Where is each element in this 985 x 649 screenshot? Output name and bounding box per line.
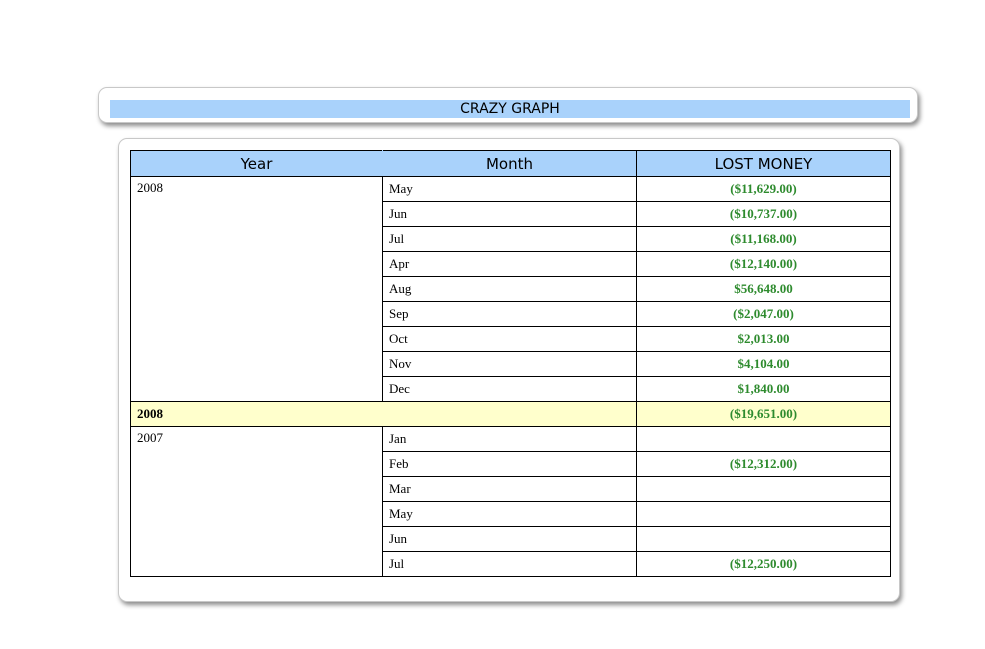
subtotal-money: ($19,651.00) xyxy=(636,401,891,427)
money-cell: ($12,140.00) xyxy=(636,251,891,277)
month-cell: Jan xyxy=(382,426,637,452)
month-cell: Feb xyxy=(382,451,637,477)
money-cell: ($11,168.00) xyxy=(636,226,891,252)
subtotal-blank xyxy=(382,401,637,427)
month-cell: Dec xyxy=(382,376,637,402)
month-cell: Jun xyxy=(382,526,637,552)
money-cell: $2,013.00 xyxy=(636,326,891,352)
money-cell: ($11,629.00) xyxy=(636,176,891,202)
money-cell xyxy=(636,526,891,552)
lost-money-table: Year Month LOST MONEY 2008 May ($11,629.… xyxy=(130,150,891,577)
title-panel: CRAZY GRAPH xyxy=(98,87,918,123)
money-cell: $56,648.00 xyxy=(636,276,891,302)
money-cell xyxy=(636,476,891,502)
month-cell: Jul xyxy=(382,551,637,577)
month-cell: Aug xyxy=(382,276,637,302)
header-lost-money: LOST MONEY xyxy=(636,150,891,177)
year-cell: 2007 xyxy=(130,426,383,577)
month-cell: Jul xyxy=(382,226,637,252)
money-cell: ($10,737.00) xyxy=(636,201,891,227)
money-cell: ($2,047.00) xyxy=(636,301,891,327)
subtotal-row: 2008 ($19,651.00) xyxy=(130,401,891,427)
header-year: Year xyxy=(130,150,383,177)
month-cell: Sep xyxy=(382,301,637,327)
subtotal-year: 2008 xyxy=(130,401,383,427)
table-panel: Year Month LOST MONEY 2008 May ($11,629.… xyxy=(118,138,900,602)
money-cell xyxy=(636,426,891,452)
money-cell: $4,104.00 xyxy=(636,351,891,377)
month-cell: Nov xyxy=(382,351,637,377)
month-cell: Mar xyxy=(382,476,637,502)
money-cell: ($12,312.00) xyxy=(636,451,891,477)
month-cell: Apr xyxy=(382,251,637,277)
month-cell: May xyxy=(382,501,637,527)
header-row: Year Month LOST MONEY xyxy=(130,150,891,177)
table-row: 2007 Jan xyxy=(130,426,891,577)
month-cell: May xyxy=(382,176,637,202)
year-cell: 2008 xyxy=(130,176,383,402)
report-title: CRAZY GRAPH xyxy=(110,100,910,118)
money-cell: ($12,250.00) xyxy=(636,551,891,577)
table-row: 2008 May ($11,629.00) xyxy=(130,176,891,402)
month-cell: Jun xyxy=(382,201,637,227)
month-cell: Oct xyxy=(382,326,637,352)
money-cell xyxy=(636,501,891,527)
money-cell: $1,840.00 xyxy=(636,376,891,402)
header-month: Month xyxy=(382,150,637,177)
